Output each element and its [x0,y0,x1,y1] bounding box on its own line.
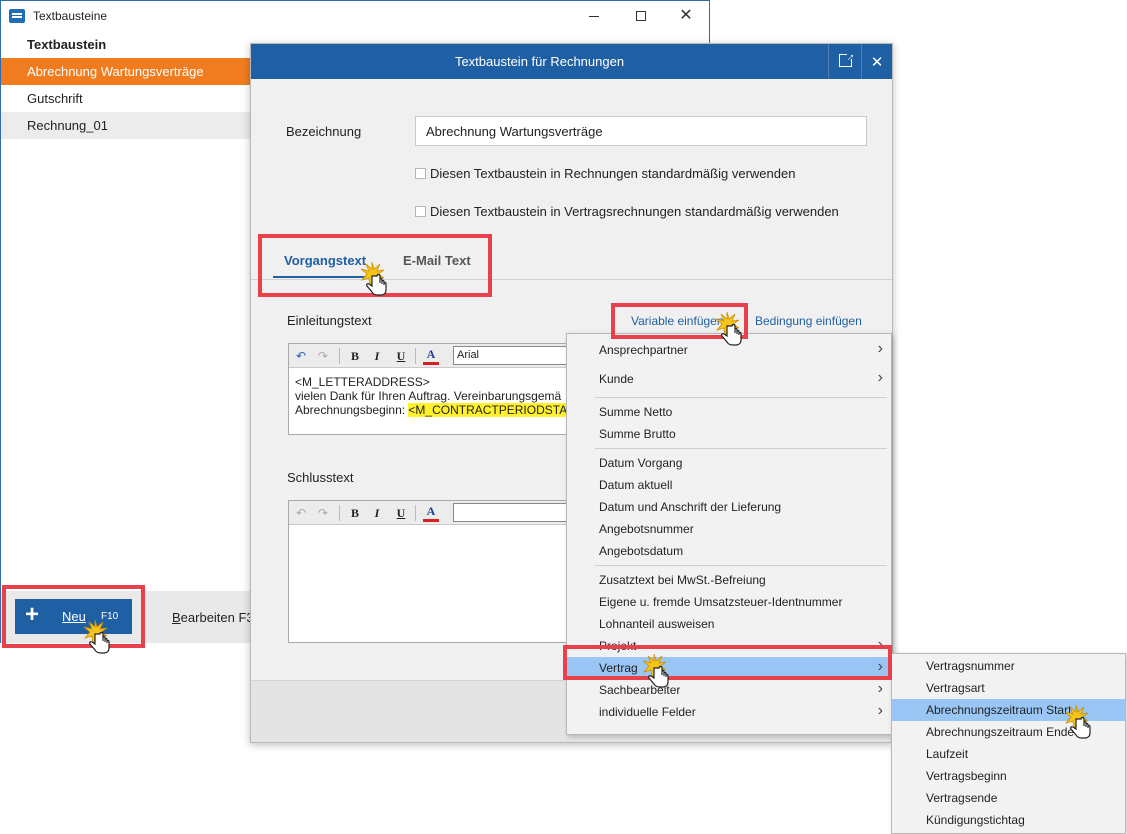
bold-icon[interactable]: B [347,505,363,521]
checkbox-vertragsrechnungen-row[interactable]: Diesen Textbaustein in Vertragsrechnunge… [415,204,839,219]
toolbar-separator [415,505,416,521]
chevron-right-icon: › [877,680,883,697]
checkbox-rechnungen-row[interactable]: Diesen Textbaustein in Rechnungen standa… [415,166,795,181]
close-icon: ✕ [679,7,693,24]
dialog-title-bar: Textbaustein für Rechnungen → ✕ [251,44,892,79]
popout-button[interactable]: → [828,44,862,79]
italic-icon[interactable]: I [369,348,385,364]
variable-placeholder: <M_CONTRACTPERIODSTA [408,403,568,417]
window-title: Textbausteine [33,9,108,23]
redo-icon[interactable]: ↷ [315,348,331,364]
submenu-item[interactable]: Kündigungstichtag [892,809,1125,831]
bold-icon[interactable]: B [347,348,363,364]
hand-pointer-icon [642,653,669,688]
menu-item[interactable]: Summe Netto [567,401,891,423]
minimize-icon [589,15,599,17]
click-cursor-icon [1064,704,1094,741]
menu-item[interactable]: individuelle Felder › [567,701,891,723]
undo-icon[interactable]: ↶ [293,505,309,521]
maximize-icon [636,11,646,21]
app-icon [9,9,25,23]
bezeichnung-label: Bezeichnung [286,124,362,139]
click-cursor-icon [642,653,672,690]
menu-item[interactable]: Lohnanteil ausweisen [567,613,891,635]
hand-pointer-icon [1064,704,1091,739]
menu-item[interactable]: Sachbearbeiter › [567,679,891,701]
dialog-title: Textbaustein für Rechnungen [454,54,625,69]
dialog-close-button[interactable]: ✕ [862,44,892,79]
editor-toolbar: ↶ ↷ B I U A Arial [289,344,587,368]
bezeichnung-input[interactable]: Abrechnung Wartungsverträge [415,116,867,146]
toolbar-separator [339,348,340,364]
underline-icon[interactable]: U [393,505,409,521]
menu-separator [595,565,887,566]
chevron-right-icon: › [877,702,883,719]
minimize-button[interactable] [571,1,617,31]
submenu-item[interactable]: Laufzeit [892,743,1125,765]
checkbox-rechnungen[interactable] [415,168,426,179]
einleitungstext-editor[interactable]: ↶ ↷ B I U A Arial <M_LETTERADDRESS> viel… [288,343,588,435]
click-cursor-icon [715,311,745,348]
title-bar: Textbausteine ✕ [1,1,709,31]
einleitungstext-label: Einleitungstext [287,313,372,328]
menu-separator [595,448,887,449]
underline-icon[interactable]: U [393,348,409,364]
submenu-item[interactable]: Vertragsbeginn [892,765,1125,787]
redo-icon[interactable]: ↷ [315,505,331,521]
einleitungstext-content[interactable]: <M_LETTERADDRESS> vielen Dank für Ihren … [295,375,587,417]
editor-toolbar: ↶ ↷ B I U A [289,501,587,525]
menu-separator [595,397,887,398]
menu-item[interactable]: Datum und Anschrift der Lieferung [567,496,891,518]
menu-item[interactable]: Datum aktuell [567,474,891,496]
undo-icon[interactable]: ↶ [293,348,309,364]
italic-icon[interactable]: I [369,505,385,521]
font-color-icon[interactable]: A [423,348,439,365]
menu-item[interactable]: Kunde › [567,365,891,394]
menu-item[interactable]: Summe Brutto [567,423,891,445]
font-color-icon[interactable]: A [423,505,439,522]
schlusstext-editor[interactable]: ↶ ↷ B I U A [288,500,588,643]
edit-button-label: Bearbeiten F3 [172,610,254,625]
click-cursor-icon [83,619,113,656]
chevron-right-icon: › [877,340,883,357]
hand-pointer-icon [360,261,387,296]
menu-item[interactable]: Angebotsdatum [567,540,891,562]
bedingung-einfuegen-link[interactable]: Bedingung einfügen [755,314,862,328]
edit-button[interactable]: Bearbeiten F3 [169,599,254,634]
menu-item[interactable]: Zusatztext bei MwSt.-Befreiung [567,569,891,591]
hand-pointer-icon [83,619,110,654]
hand-pointer-icon [715,311,742,346]
highlight-vertrag-item [563,645,892,680]
toolbar-separator [415,348,416,364]
schlusstext-label: Schlusstext [287,470,354,485]
toolbar-separator [339,505,340,521]
menu-item[interactable]: Datum Vorgang [567,452,891,474]
menu-item[interactable]: Angebotsnummer [567,518,891,540]
submenu-item[interactable]: Vertragsnummer [892,655,1125,677]
submenu-item[interactable]: Vertragsart [892,677,1125,699]
close-window-button[interactable]: ✕ [663,1,709,31]
click-cursor-icon [360,261,390,298]
highlight-new-button [2,585,145,648]
checkbox-vertragsrechnungen[interactable] [415,206,426,217]
maximize-button[interactable] [618,1,664,31]
submenu-item[interactable]: Vertragsende [892,787,1125,809]
chevron-right-icon: › [877,369,883,386]
close-icon: ✕ [870,53,884,71]
menu-item[interactable]: Eigene u. fremde Umsatzsteuer-Identnumme… [567,591,891,613]
checkbox-rechnungen-label: Diesen Textbaustein in Rechnungen standa… [430,166,796,181]
checkbox-vertragsrechnungen-label: Diesen Textbaustein in Vertragsrechnunge… [430,204,839,219]
